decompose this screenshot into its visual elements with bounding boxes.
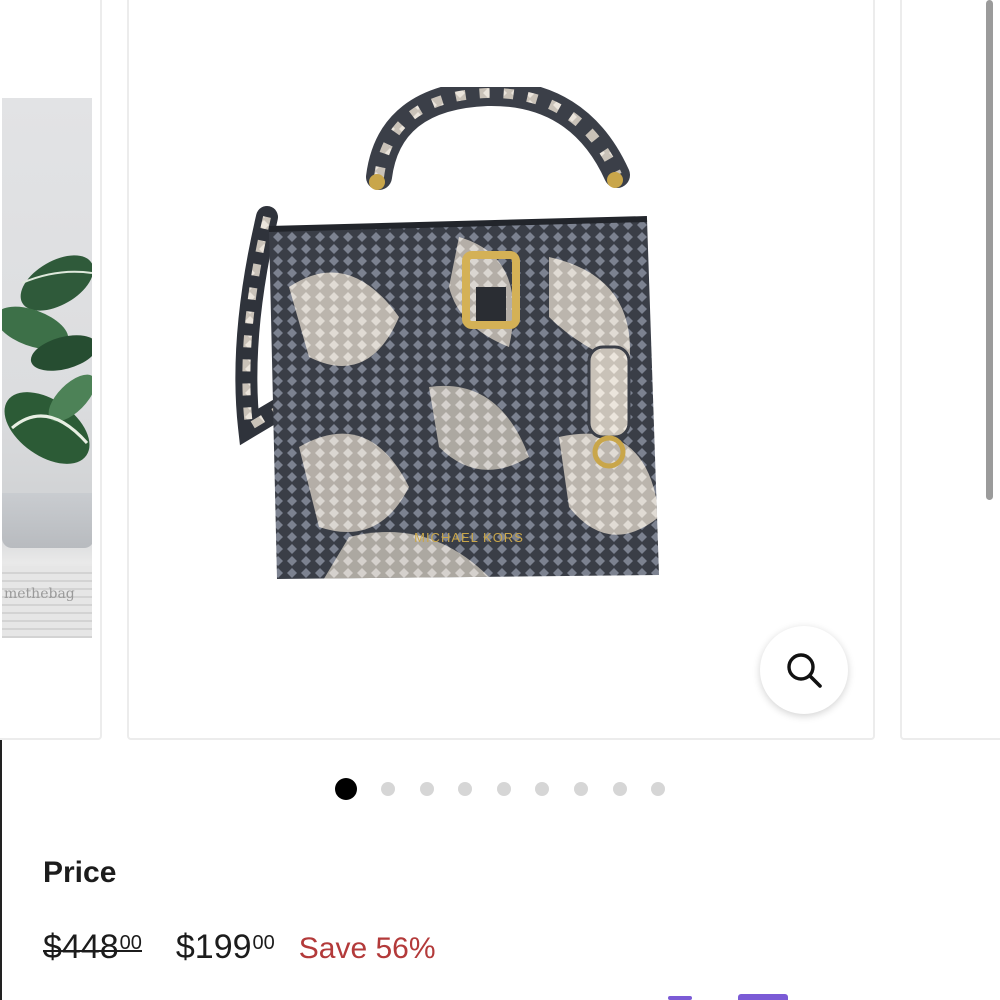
carousel-pagination xyxy=(0,778,1000,800)
plant-leaves-graphic xyxy=(2,255,92,464)
bottom-partial-button[interactable] xyxy=(738,994,788,1000)
carousel-dot-4[interactable] xyxy=(458,782,472,796)
page-scrollbar[interactable] xyxy=(986,0,993,500)
sale-price-cents: 00 xyxy=(252,932,275,954)
product-image: MICHAEL KORS xyxy=(229,79,749,592)
previous-product-photo: methebag xyxy=(2,98,92,638)
shelf-surface xyxy=(2,566,92,638)
price-heading: Price xyxy=(43,856,117,889)
carousel-dot-7[interactable] xyxy=(574,782,588,796)
carousel-dot-9[interactable] xyxy=(651,782,665,796)
price-row: $448 00 $199 00 Save 56% xyxy=(43,928,436,972)
zoom-button[interactable] xyxy=(760,626,848,714)
carousel-card-previous[interactable]: methebag xyxy=(0,0,102,740)
original-price: $448 00 xyxy=(43,928,142,967)
carousel-dot-1[interactable] xyxy=(335,778,357,800)
sale-price-whole: $199 xyxy=(175,928,252,966)
carousel-card-main[interactable]: MICHAEL KORS xyxy=(127,0,875,740)
carousel-dot-3[interactable] xyxy=(420,782,434,796)
plant-pot xyxy=(2,493,92,548)
carousel-dot-8[interactable] xyxy=(613,782,627,796)
carousel-card-next[interactable] xyxy=(900,0,1000,740)
previous-photo-watermark: methebag xyxy=(4,586,75,602)
carousel-dot-5[interactable] xyxy=(497,782,511,796)
handbag-illustration: MICHAEL KORS xyxy=(235,79,659,579)
carousel-dot-6[interactable] xyxy=(535,782,549,796)
original-price-whole: $448 xyxy=(43,928,119,966)
svg-text:MICHAEL KORS: MICHAEL KORS xyxy=(414,530,524,545)
strikethrough-line xyxy=(43,950,142,952)
carousel-dot-2[interactable] xyxy=(381,782,395,796)
bottom-partial-element xyxy=(668,996,692,1000)
search-icon xyxy=(787,653,822,688)
sale-price: $199 00 xyxy=(176,928,275,967)
savings-badge: Save 56% xyxy=(298,932,436,965)
